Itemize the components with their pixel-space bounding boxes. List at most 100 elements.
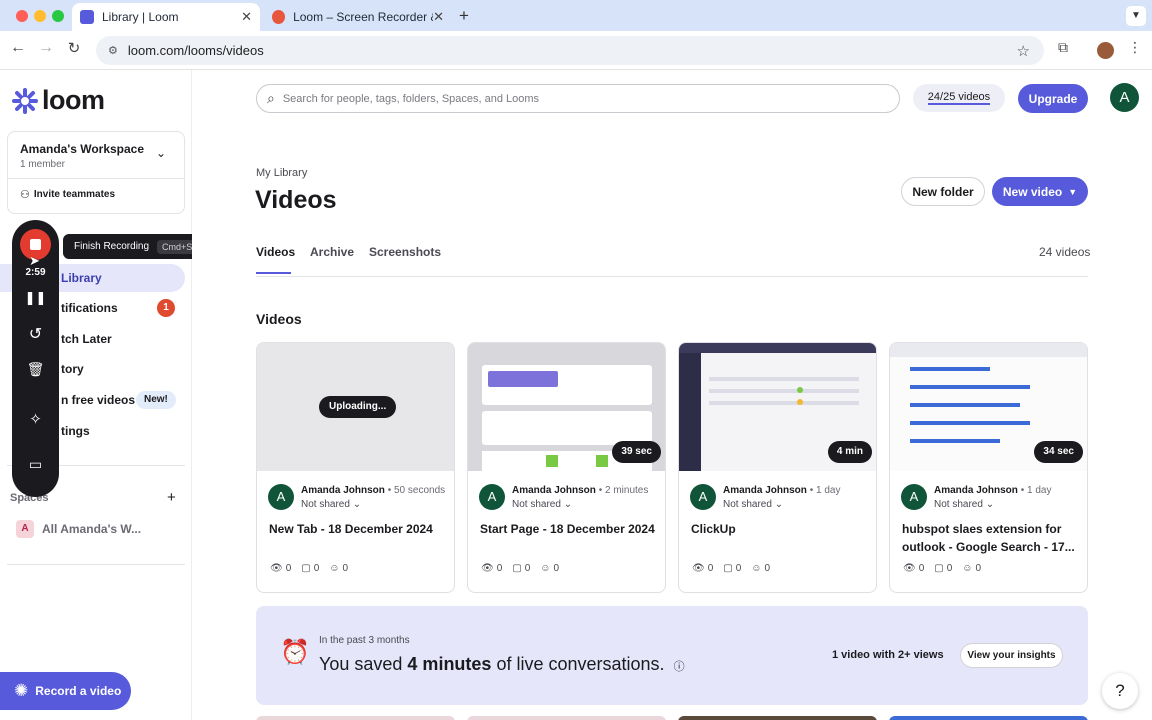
new-folder-button[interactable]: New folder xyxy=(901,177,985,206)
browser-toolbar: ← → ↻ ⚙ loom.com/looms/videos ☆ ⧉ ⋮ xyxy=(0,31,1152,70)
video-card[interactable]: 4 min A Amanda Johnson • 1 day Not share… xyxy=(678,342,877,593)
page-title: Videos xyxy=(255,186,337,214)
reaction-smiley-icon: ☺ xyxy=(329,563,340,574)
section-title: Videos xyxy=(256,311,302,327)
share-status-dropdown[interactable]: Not shared ⌄ xyxy=(512,499,572,510)
browser-tab-bar: Library | Loom ✕ Loom – Screen Recorder … xyxy=(0,0,1152,31)
mouse-cursor-icon: ➤ xyxy=(29,253,40,268)
new-video-label: New video xyxy=(1002,184,1063,199)
video-author: Amanda Johnson • 50 seconds xyxy=(301,485,446,496)
tab-search-chevron-icon[interactable]: ▼ xyxy=(1126,6,1146,26)
loom-asterisk-icon: ✺ xyxy=(14,681,29,700)
video-author: Amanda Johnson • 1 day xyxy=(723,485,841,496)
video-card[interactable]: 39 sec A Amanda Johnson • 2 minutes Not … xyxy=(467,342,666,593)
reaction-smiley-icon: ☺ xyxy=(540,563,551,574)
space-item-all-amanda[interactable]: A All Amanda's W... xyxy=(16,520,141,538)
pause-icon[interactable]: ❚❚ xyxy=(12,290,59,306)
add-space-button[interactable]: + xyxy=(167,489,176,506)
user-avatar[interactable]: A xyxy=(1110,83,1139,112)
tooltip-label: Finish Recording xyxy=(74,241,150,252)
address-bar[interactable]: ⚙ loom.com/looms/videos ☆ xyxy=(96,36,1044,65)
video-thumbnail[interactable]: 34 sec xyxy=(890,343,1087,471)
video-stats: 👁 0 ▢ 0 ☺ 0 xyxy=(692,563,771,574)
views-eye-icon: 👁 xyxy=(903,563,916,574)
new-video-button[interactable]: New video ▼ xyxy=(992,177,1088,206)
workspace-members: 1 member xyxy=(20,159,66,170)
search-input[interactable]: ⌕ Search for people, tags, folders, Spac… xyxy=(256,84,900,113)
video-title[interactable]: ClickUp xyxy=(691,520,869,538)
camera-icon[interactable]: ▭ xyxy=(12,456,59,473)
browser-tab-loom-recorder[interactable]: Loom – Screen Recorder & Sc ✕ xyxy=(264,3,452,31)
sidebar-item-label: tch Later xyxy=(61,332,112,346)
chrome-store-favicon-icon xyxy=(272,10,286,24)
help-button[interactable]: ? xyxy=(1102,673,1138,709)
breadcrumb[interactable]: My Library xyxy=(256,167,307,179)
url-text: loom.com/looms/videos xyxy=(127,43,264,58)
video-title[interactable]: New Tab - 18 December 2024 xyxy=(269,520,447,538)
video-stats: 👁 0 ▢ 0 ☺ 0 xyxy=(481,563,560,574)
back-arrow-icon[interactable]: ← xyxy=(7,39,29,57)
video-quota-badge[interactable]: 24/25 videos xyxy=(913,84,1005,112)
site-info-icon[interactable]: ⚙ xyxy=(108,44,118,57)
share-status-dropdown[interactable]: Not shared ⌄ xyxy=(934,499,994,510)
insights-summary: You saved 4 minutes of live conversation… xyxy=(319,654,685,674)
search-placeholder: Search for people, tags, folders, Spaces… xyxy=(282,92,540,105)
record-video-button[interactable]: ✺ Record a video xyxy=(0,672,131,710)
sidebar-item-label: tifications xyxy=(61,301,118,315)
video-stats: 👁 0 ▢ 0 ☺ 0 xyxy=(903,563,982,574)
alarm-clock-icon: ⏰ xyxy=(280,639,310,666)
views-eye-icon: 👁 xyxy=(692,563,705,574)
close-window-button[interactable] xyxy=(16,10,28,22)
share-status-dropdown[interactable]: Not shared ⌄ xyxy=(301,499,361,510)
loom-favicon-icon xyxy=(80,10,94,24)
effects-wand-icon[interactable]: ✧ xyxy=(12,410,59,428)
reload-icon[interactable]: ↻ xyxy=(63,39,85,57)
video-card[interactable]: 34 sec A Amanda Johnson • 1 day Not shar… xyxy=(889,342,1088,593)
video-thumbnail[interactable]: 39 sec xyxy=(468,343,665,471)
comment-icon: ▢ xyxy=(934,563,944,574)
avatar: A xyxy=(690,484,716,510)
loom-asterisk-icon xyxy=(12,87,38,114)
tab-videos[interactable]: Videos xyxy=(256,245,295,259)
video-title[interactable]: hubspot slaes extension for outlook - Go… xyxy=(902,520,1080,556)
invite-teammates-button[interactable]: ⚇ Invite teammates xyxy=(20,188,115,201)
video-title[interactable]: Start Page - 18 December 2024 xyxy=(480,520,658,538)
comment-icon: ▢ xyxy=(512,563,522,574)
close-tab-icon[interactable]: ✕ xyxy=(241,9,252,25)
stop-icon xyxy=(30,239,41,250)
tab-archive[interactable]: Archive xyxy=(310,245,354,259)
share-status-dropdown[interactable]: Not shared ⌄ xyxy=(723,499,783,510)
video-thumbnail[interactable]: Uploading... xyxy=(257,343,454,471)
sidebar-item-label: Library xyxy=(61,271,102,285)
tab-title: Library | Loom xyxy=(102,10,179,24)
avatar: A xyxy=(901,484,927,510)
video-card[interactable]: Uploading... A Amanda Johnson • 50 secon… xyxy=(256,342,455,593)
loom-logo[interactable]: loom xyxy=(12,85,105,116)
close-tab-icon[interactable]: ✕ xyxy=(433,9,444,25)
info-icon[interactable]: ⓘ xyxy=(674,661,685,673)
extensions-puzzle-icon[interactable]: ⧉ xyxy=(1052,39,1074,56)
delete-trash-icon[interactable]: 🗑 xyxy=(12,361,59,378)
tab-screenshots[interactable]: Screenshots xyxy=(369,245,441,259)
record-video-label: Record a video xyxy=(35,684,122,698)
insights-stat: 1 video with 2+ views xyxy=(832,649,944,661)
bookmark-star-icon[interactable]: ☆ xyxy=(1017,42,1030,60)
chevron-down-icon[interactable]: ⌄ xyxy=(156,146,166,160)
video-thumbnail[interactable]: 4 min xyxy=(679,343,876,471)
new-tab-button[interactable]: + xyxy=(459,6,469,26)
browser-menu-kebab-icon[interactable]: ⋮ xyxy=(1124,39,1146,56)
profile-avatar[interactable] xyxy=(1097,42,1114,59)
workspace-switcher[interactable]: Amanda's Workspace 1 member ⌄ ⚇ Invite t… xyxy=(7,131,185,214)
avatar: A xyxy=(479,484,505,510)
duration-badge: 4 min xyxy=(827,441,872,463)
forward-arrow-icon[interactable]: → xyxy=(35,39,57,57)
browser-tab-library[interactable]: Library | Loom ✕ xyxy=(72,3,260,31)
video-author: Amanda Johnson • 1 day xyxy=(934,485,1052,496)
view-insights-button[interactable]: View your insights xyxy=(960,643,1063,668)
sidebar-item-label: tings xyxy=(61,424,90,438)
restart-icon[interactable]: ↺ xyxy=(12,324,59,344)
duration-badge: 39 sec xyxy=(612,441,661,463)
minimize-window-button[interactable] xyxy=(34,10,46,22)
maximize-window-button[interactable] xyxy=(52,10,64,22)
upgrade-button[interactable]: Upgrade xyxy=(1018,84,1088,113)
